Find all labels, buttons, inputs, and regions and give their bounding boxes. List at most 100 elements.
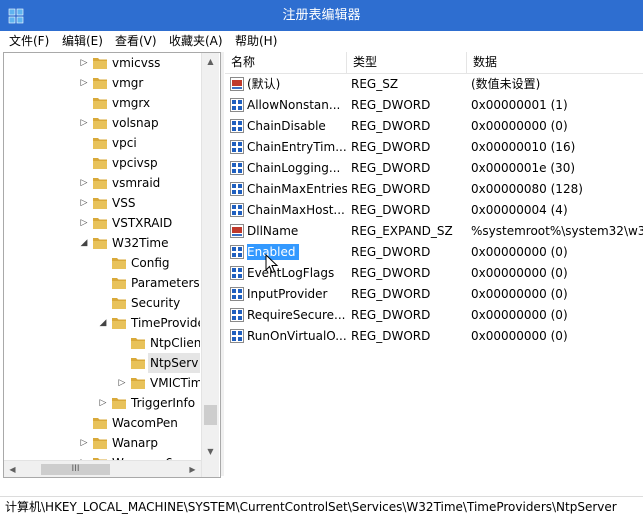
horizontal-scroll-thumb[interactable]: III — [41, 464, 110, 475]
tree-node-label: TimeProvide — [131, 316, 200, 330]
expand-arrow-icon[interactable]: ▷ — [79, 433, 89, 453]
tree-node-label: vsmraid — [112, 176, 161, 190]
expand-arrow-icon[interactable]: ▷ — [79, 173, 89, 193]
value-row[interactable]: RunOnVirtualO... REG_DWORD 0x00000000 (0) — [225, 326, 643, 347]
expand-arrow-icon[interactable]: ▷ — [79, 193, 89, 213]
tree-horizontal-scrollbar[interactable]: ◀ III ▶ — [4, 460, 201, 477]
expand-arrow-icon[interactable]: ▷ — [117, 373, 127, 393]
tree-node[interactable]: vpci — [4, 133, 200, 153]
expand-arrow-icon[interactable]: ▷ — [79, 113, 89, 133]
expand-arrow-icon[interactable]: ▷ — [79, 73, 89, 93]
binary-value-icon — [230, 203, 244, 217]
binary-value-icon — [230, 140, 244, 154]
menu-file[interactable]: 文件(F) — [9, 31, 49, 51]
column-header-data[interactable]: 数据 — [467, 52, 643, 73]
value-row[interactable]: ChainMaxEntries REG_DWORD 0x00000080 (128) — [225, 179, 643, 200]
status-key-path: 计算机\HKEY_LOCAL_MACHINE\SYSTEM\CurrentCon… — [5, 500, 617, 514]
tree-node[interactable]: ◢ TimeProvide — [4, 313, 200, 333]
tree-node[interactable]: vmgrx — [4, 93, 200, 113]
scroll-left-arrow-icon[interactable]: ◀ — [4, 461, 21, 477]
value-name-text: RunOnVirtualO... — [247, 329, 347, 343]
tree-node[interactable]: ▷ vmicvss — [4, 53, 200, 73]
scroll-up-arrow-icon[interactable]: ▲ — [202, 53, 219, 70]
value-row[interactable]: InputProvider REG_DWORD 0x00000000 (0) — [225, 284, 643, 305]
value-row[interactable]: RequireSecure... REG_DWORD 0x00000000 (0) — [225, 305, 643, 326]
tree-node[interactable]: ▷ vsmraid — [4, 173, 200, 193]
tree-node-label: Config — [131, 256, 170, 270]
tree-node[interactable]: Security — [4, 293, 200, 313]
tree-node[interactable]: NtpClien — [4, 333, 200, 353]
value-list[interactable]: 名称 类型 数据 (默认) REG_SZ (数值未设置) AllowNonstan..… — [225, 52, 643, 476]
value-row[interactable]: AllowNonstan... REG_DWORD 0x00000001 (1) — [225, 95, 643, 116]
tree-node[interactable]: ▷ VSTXRAID — [4, 213, 200, 233]
tree-node-label: VSS — [112, 196, 136, 210]
tree-node[interactable]: ◢ W32Time — [4, 233, 200, 253]
tree-node[interactable]: ▷ TriggerInfo — [4, 393, 200, 413]
menu-help[interactable]: 帮助(H) — [235, 31, 277, 51]
title-bar[interactable]: 注册表编辑器 — [0, 0, 643, 31]
value-name-text: ChainMaxHost... — [247, 203, 345, 217]
value-data-cell: 0x00000000 (0) — [471, 329, 568, 343]
column-header-name[interactable]: 名称 — [225, 52, 347, 73]
value-name-cell: ChainEntryTim... — [247, 137, 347, 158]
expand-arrow-icon[interactable]: ▷ — [79, 213, 89, 233]
value-data-cell: 0x00000001 (1) — [471, 98, 568, 112]
menu-view[interactable]: 查看(V) — [115, 31, 157, 51]
value-name-text: ChainMaxEntries — [247, 182, 347, 196]
column-header-type[interactable]: 类型 — [347, 52, 467, 73]
collapse-arrow-icon[interactable]: ◢ — [79, 233, 89, 253]
tree-node[interactable]: NtpServ — [4, 353, 200, 373]
value-row[interactable]: ChainLogging... REG_DWORD 0x0000001e (30) — [225, 158, 643, 179]
value-row[interactable]: ChainDisable REG_DWORD 0x00000000 (0) — [225, 116, 643, 137]
tree-node[interactable]: ▷ VMICTim — [4, 373, 200, 393]
key-tree[interactable]: ▷ vmicvss ▷ vmgr vmgrx ▷ volsnap vpci vpcivsp ▷ vs… — [3, 52, 221, 478]
value-name-text: ChainLogging... — [247, 161, 341, 175]
value-type-cell: REG_DWORD — [351, 98, 431, 112]
expand-arrow-icon[interactable]: ▷ — [79, 53, 89, 73]
menu-favorites[interactable]: 收藏夹(A) — [169, 31, 223, 51]
collapse-arrow-icon[interactable]: ◢ — [98, 313, 108, 333]
value-row[interactable]: Enabled REG_DWORD 0x00000000 (0) — [225, 242, 643, 263]
binary-value-icon — [230, 287, 244, 301]
value-row[interactable]: ChainMaxHost... REG_DWORD 0x00000004 (4) — [225, 200, 643, 221]
tree-node-label: vmgr — [112, 76, 144, 90]
menu-edit[interactable]: 编辑(E) — [62, 31, 103, 51]
folder-icon — [131, 338, 145, 349]
value-name-text: InputProvider — [247, 287, 328, 301]
vertical-scroll-thumb[interactable] — [204, 405, 217, 425]
value-data-cell: %systemroot%\system32\w32 — [471, 224, 643, 238]
value-name-text: (默认) — [247, 77, 281, 91]
expand-arrow-icon[interactable]: ▷ — [98, 393, 108, 413]
value-type-cell: REG_DWORD — [351, 266, 431, 280]
expand-arrow-icon — [79, 153, 89, 173]
value-data-cell: 0x00000000 (0) — [471, 119, 568, 133]
pane-splitter[interactable] — [221, 52, 224, 476]
folder-icon — [93, 178, 107, 189]
value-row[interactable]: ChainEntryTim... REG_DWORD 0x00000010 (16) — [225, 137, 643, 158]
tree-node[interactable]: ▷ Wanarp — [4, 433, 200, 453]
tree-node[interactable]: Parameters — [4, 273, 200, 293]
tree-node[interactable]: ▷ vmgr — [4, 73, 200, 93]
folder-icon — [112, 298, 126, 309]
value-name-cell: Enabled — [247, 242, 347, 263]
folder-icon — [93, 98, 107, 109]
tree-vertical-scrollbar[interactable]: ▲ ▼ — [201, 53, 219, 477]
tree-node[interactable]: ▷ VSS — [4, 193, 200, 213]
tree-node[interactable]: vpcivsp — [4, 153, 200, 173]
binary-value-icon — [230, 329, 244, 343]
value-data-cell: 0x00000004 (4) — [471, 203, 568, 217]
scroll-down-arrow-icon[interactable]: ▼ — [202, 443, 219, 460]
value-row[interactable]: (默认) REG_SZ (数值未设置) — [225, 74, 643, 95]
value-data-cell: (数值未设置) — [471, 77, 541, 91]
tree-node[interactable]: Config — [4, 253, 200, 273]
tree-node-label: Security — [131, 296, 181, 310]
value-row[interactable]: DllName REG_EXPAND_SZ %systemroot%\system3… — [225, 221, 643, 242]
value-type-cell: REG_DWORD — [351, 119, 431, 133]
scroll-right-arrow-icon[interactable]: ▶ — [184, 461, 201, 477]
value-row[interactable]: EventLogFlags REG_DWORD 0x00000000 (0) — [225, 263, 643, 284]
tree-node[interactable]: WacomPen — [4, 413, 200, 433]
value-type-cell: REG_EXPAND_SZ — [351, 224, 453, 238]
value-name-cell: ChainMaxEntries — [247, 179, 347, 200]
binary-value-icon — [230, 182, 244, 196]
tree-node[interactable]: ▷ volsnap — [4, 113, 200, 133]
